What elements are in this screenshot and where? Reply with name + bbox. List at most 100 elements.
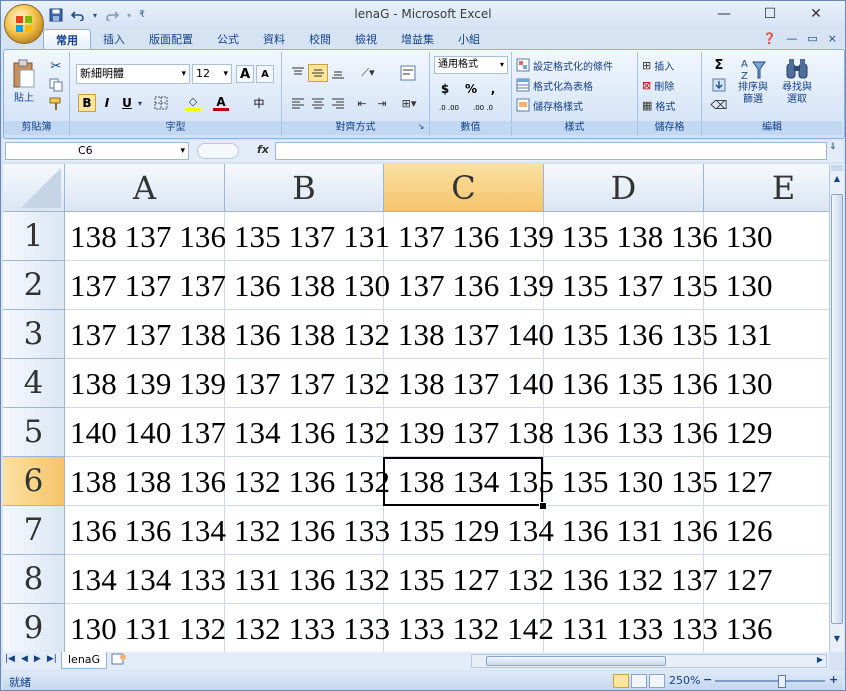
bold-button[interactable]: B xyxy=(78,94,96,112)
autosum-button[interactable]: Σ xyxy=(708,56,730,74)
minimize-button[interactable]: — xyxy=(701,3,747,25)
column-header-a[interactable]: A xyxy=(65,164,225,212)
conditional-formatting-button[interactable]: 設定格式化的條件 xyxy=(516,56,636,74)
paste-button[interactable]: 貼上 xyxy=(10,56,38,106)
tab-insert[interactable]: 插入 xyxy=(91,29,137,49)
align-middle-icon[interactable] xyxy=(308,64,328,82)
tab-team[interactable]: 小組 xyxy=(446,29,492,49)
column-header-e[interactable]: E xyxy=(704,164,829,212)
active-cell-border[interactable] xyxy=(383,457,543,506)
scroll-down-icon[interactable]: ▼ xyxy=(830,634,844,648)
format-cells-button[interactable]: ▦ 格式 xyxy=(642,96,698,114)
cell-styles-button[interactable]: 儲存格樣式 xyxy=(516,96,636,114)
copy-icon[interactable] xyxy=(48,77,64,93)
clear-icon[interactable]: ⌫ xyxy=(708,96,730,114)
tab-view[interactable]: 檢視 xyxy=(343,29,389,49)
normal-view-icon[interactable] xyxy=(613,674,629,688)
name-box[interactable]: C6 ▾ xyxy=(5,142,189,160)
tab-addins[interactable]: 增益集 xyxy=(389,29,446,49)
row-header[interactable]: 3 xyxy=(3,310,65,359)
font-size-dropdown-icon[interactable]: ▾ xyxy=(223,65,228,83)
close-button[interactable]: ✕ xyxy=(793,3,839,25)
cut-icon[interactable]: ✂ xyxy=(48,58,64,74)
insert-cells-button[interactable]: ⊞ 插入 xyxy=(642,56,698,74)
vertical-scrollbar[interactable]: ▲ ▼ xyxy=(829,164,844,652)
formula-bar-handle-icon[interactable] xyxy=(197,143,239,159)
format-painter-icon[interactable] xyxy=(48,96,64,112)
currency-button[interactable]: $ xyxy=(434,80,456,98)
sheet-tab-active[interactable]: lenaG xyxy=(61,652,108,669)
zoom-level[interactable]: 250% xyxy=(669,674,700,687)
align-right-icon[interactable] xyxy=(328,94,348,112)
horizontal-scrollbar[interactable]: ▶ xyxy=(471,654,827,668)
increase-decimal-button[interactable]: .0 .00 xyxy=(434,100,464,116)
office-button[interactable] xyxy=(4,4,44,44)
italic-button[interactable]: I xyxy=(98,94,116,112)
last-sheet-icon[interactable]: ▶| xyxy=(47,654,57,664)
row-header[interactable]: 7 xyxy=(3,506,65,555)
sort-filter-button[interactable]: AZ 排序與 篩選 xyxy=(734,56,772,116)
expand-formula-bar-icon[interactable]: ⇓ xyxy=(829,142,841,160)
align-left-icon[interactable] xyxy=(288,94,308,112)
phonetic-guide-button[interactable]: 中 xyxy=(246,94,272,112)
row-header[interactable]: 1 xyxy=(3,212,65,261)
fill-color-icon[interactable]: ◇ xyxy=(182,94,204,112)
decrease-indent-icon[interactable]: ⇤ xyxy=(352,94,372,112)
column-header-c[interactable]: C xyxy=(384,164,544,212)
increase-indent-icon[interactable]: ⇥ xyxy=(372,94,392,112)
tab-data[interactable]: 資料 xyxy=(251,29,297,49)
prev-sheet-icon[interactable]: ◀ xyxy=(21,654,28,664)
row-header-selected[interactable]: 6 xyxy=(3,457,65,506)
next-sheet-icon[interactable]: ▶ xyxy=(34,654,41,664)
font-color-button[interactable]: A xyxy=(210,94,232,112)
column-header-b[interactable]: B xyxy=(225,164,384,212)
zoom-slider[interactable] xyxy=(715,680,825,682)
row-header[interactable]: 4 xyxy=(3,359,65,408)
font-name-dropdown-icon[interactable]: ▾ xyxy=(181,65,186,83)
worksheet-grid[interactable]: A B C D E 1 138 137 136 135 137 131 137 … xyxy=(3,164,829,652)
format-as-table-button[interactable]: 格式化為表格 xyxy=(516,76,636,94)
delete-cells-button[interactable]: ⊠ 刪除 xyxy=(642,76,698,94)
scroll-up-icon[interactable]: ▲ xyxy=(830,174,844,188)
row-header[interactable]: 9 xyxy=(3,604,65,652)
borders-icon[interactable] xyxy=(150,94,172,112)
percent-button[interactable]: % xyxy=(462,80,480,98)
ribbon-restore-icon[interactable]: ▭ xyxy=(807,32,817,45)
insert-function-button[interactable]: fx xyxy=(195,142,271,160)
number-format-box[interactable]: 通用格式 ▾ xyxy=(434,56,508,74)
font-name-box[interactable]: 新細明體 ▾ xyxy=(76,64,190,84)
name-box-dropdown-icon[interactable]: ▾ xyxy=(180,143,185,159)
fill-handle[interactable] xyxy=(539,502,547,510)
zoom-slider-thumb[interactable] xyxy=(778,675,786,688)
align-top-icon[interactable] xyxy=(288,64,308,82)
merge-center-icon[interactable]: ⊞▾ xyxy=(396,94,422,112)
align-bottom-icon[interactable] xyxy=(328,64,348,82)
select-all-corner[interactable] xyxy=(3,164,65,212)
row-header[interactable]: 8 xyxy=(3,555,65,604)
scroll-split-icon[interactable] xyxy=(831,165,843,171)
horizontal-scroll-thumb[interactable] xyxy=(486,656,666,666)
tab-review[interactable]: 校閱 xyxy=(297,29,343,49)
align-center-icon[interactable] xyxy=(308,94,328,112)
ribbon-minimize-icon[interactable]: — xyxy=(786,32,797,45)
help-icon[interactable]: ❓ xyxy=(763,32,777,45)
find-select-button[interactable]: 尋找與 選取 xyxy=(778,56,816,116)
tab-formulas[interactable]: 公式 xyxy=(205,29,251,49)
first-sheet-icon[interactable]: |◀ xyxy=(5,654,15,664)
decrease-decimal-button[interactable]: .00 .0 xyxy=(468,100,498,116)
maximize-button[interactable]: ☐ xyxy=(747,3,793,25)
formula-input[interactable] xyxy=(275,142,827,160)
fill-icon[interactable] xyxy=(708,76,730,94)
underline-dropdown-icon[interactable]: ▾ xyxy=(136,94,144,112)
zoom-in-button[interactable]: + xyxy=(829,673,838,686)
tab-home[interactable]: 常用 xyxy=(43,29,91,50)
column-header-d[interactable]: D xyxy=(544,164,704,212)
page-break-view-icon[interactable] xyxy=(649,674,665,688)
scroll-right-icon[interactable]: ▶ xyxy=(814,655,826,667)
tab-page-layout[interactable]: 版面配置 xyxy=(137,29,205,49)
insert-sheet-icon[interactable] xyxy=(111,653,131,667)
comma-button[interactable]: , xyxy=(484,80,502,98)
underline-button[interactable]: U xyxy=(118,94,136,112)
vertical-scroll-thumb[interactable] xyxy=(831,194,843,624)
row-header[interactable]: 5 xyxy=(3,408,65,457)
